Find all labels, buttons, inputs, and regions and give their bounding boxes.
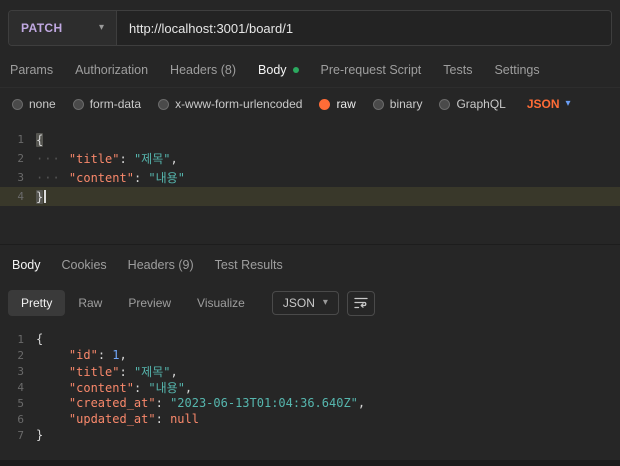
code-line: 4} — [0, 187, 620, 206]
line-number: 2 — [17, 152, 24, 165]
code-line: 2 ··· "title": "제목", — [0, 149, 620, 168]
radio-label: GraphQL — [456, 97, 506, 111]
request-tabs: Params Authorization Headers (8) Body Pr… — [0, 52, 620, 88]
code-line: 2 "id": 1, — [0, 347, 620, 363]
response-tab-headers[interactable]: Headers (9) — [128, 258, 194, 272]
line-number: 7 — [17, 428, 24, 442]
code-text: { — [36, 332, 44, 346]
response-tabs: Body Cookies Headers (9) Test Results — [0, 245, 620, 285]
response-body-viewer[interactable]: 1{2 "id": 1, 3 "title": "제목", 4 "content":… — [0, 321, 620, 460]
raw-language-selector[interactable]: JSON ▾ — [527, 97, 571, 111]
code-line: 1{ — [0, 130, 620, 149]
radio-label: raw — [336, 97, 356, 111]
code-line: 5 "created_at": "2023-06-13T01:04:36.640… — [0, 395, 620, 411]
tab-params[interactable]: Params — [10, 63, 53, 77]
response-tab-cookies[interactable]: Cookies — [62, 258, 107, 272]
radio-label: x-www-form-urlencoded — [175, 97, 303, 111]
code-text: { — [36, 132, 44, 147]
code-text: } — [36, 189, 47, 204]
radio-icon — [158, 98, 170, 110]
radio-icon — [72, 98, 84, 110]
line-number: 1 — [17, 332, 24, 346]
code-text: "id": 1, — [68, 348, 127, 362]
view-tab-pretty[interactable]: Pretty — [8, 290, 66, 316]
code-text: "content": "내용", — [68, 380, 193, 395]
api-client-window: PATCH ▾ http://localhost:3001/board/1 Pa… — [0, 0, 620, 466]
radio-icon — [372, 98, 384, 110]
tab-settings[interactable]: Settings — [494, 63, 539, 77]
code-text: "created_at": "2023-06-13T01:04:36.640Z"… — [68, 396, 366, 410]
radio-label: form-data — [89, 97, 142, 111]
code-text: ··· "title": "제목", — [36, 152, 178, 166]
line-number: 4 — [17, 380, 24, 394]
window-bottom-edge — [0, 460, 620, 466]
view-tab-visualize[interactable]: Visualize — [184, 290, 258, 316]
chevron-down-icon: ▾ — [98, 22, 104, 33]
line-number: 3 — [17, 171, 24, 184]
line-number: 4 — [17, 190, 24, 203]
code-line: 7} — [0, 427, 620, 443]
code-line: 3 "title": "제목", — [0, 363, 620, 379]
radio-selected-icon — [319, 98, 331, 110]
body-type-graphql[interactable]: GraphQL — [439, 97, 506, 111]
chevron-down-icon: ▾ — [322, 297, 328, 308]
raw-language-label: JSON — [526, 97, 560, 111]
body-type-form-data[interactable]: form-data — [72, 97, 142, 111]
body-type-row: none form-data x-www-form-urlencoded raw… — [0, 88, 620, 120]
wrap-text-icon — [354, 297, 368, 309]
url-text: http://localhost:3001/board/1 — [129, 20, 294, 36]
body-has-content-dot — [292, 66, 299, 73]
line-number: 1 — [17, 133, 24, 146]
response-language-selector[interactable]: JSON ▾ — [271, 291, 339, 315]
radio-label: none — [29, 97, 56, 111]
line-number: 2 — [17, 348, 24, 362]
radio-label: binary — [389, 97, 423, 111]
chevron-down-icon: ▾ — [565, 98, 571, 109]
body-type-binary[interactable]: binary — [372, 97, 423, 111]
radio-icon — [12, 98, 23, 110]
method-selector[interactable]: PATCH ▾ — [9, 11, 117, 45]
line-number: 5 — [17, 396, 24, 410]
code-line: 1{ — [0, 331, 620, 347]
tab-pre-request-script[interactable]: Pre-request Script — [321, 63, 422, 77]
code-text: "title": "제목", — [68, 364, 178, 379]
view-tab-raw[interactable]: Raw — [65, 290, 115, 316]
tab-body-label: Body — [258, 62, 287, 77]
tab-body[interactable]: Body — [258, 63, 299, 77]
tab-authorization[interactable]: Authorization — [75, 63, 148, 77]
response-tab-body[interactable]: Body — [12, 258, 41, 272]
body-type-raw[interactable]: raw — [319, 97, 356, 111]
request-body-editor[interactable]: 1{2 ··· "title": "제목", 3 ··· "content": "내용… — [0, 120, 620, 244]
code-text: } — [36, 428, 44, 442]
method-label: PATCH — [21, 21, 63, 35]
radio-icon — [439, 98, 451, 110]
wrap-text-button[interactable] — [346, 290, 375, 316]
view-tab-preview[interactable]: Preview — [115, 290, 184, 316]
tab-tests[interactable]: Tests — [443, 63, 472, 77]
response-tab-test-results[interactable]: Test Results — [215, 258, 283, 272]
line-number: 3 — [17, 364, 24, 378]
request-url-bar: PATCH ▾ http://localhost:3001/board/1 — [8, 10, 612, 46]
code-line: 6 "updated_at": null — [0, 411, 620, 427]
url-input[interactable]: http://localhost:3001/board/1 — [117, 11, 611, 45]
code-text: "updated_at": null — [68, 412, 199, 426]
line-number: 6 — [17, 412, 24, 426]
response-language-label: JSON — [282, 296, 315, 310]
code-line: 3 ··· "content": "내용" — [0, 168, 620, 187]
text-cursor — [44, 189, 47, 203]
code-line: 4 "content": "내용", — [0, 379, 620, 395]
code-text: ··· "content": "내용" — [36, 171, 185, 185]
response-view-bar: Pretty Raw Preview Visualize JSON ▾ — [0, 285, 620, 321]
body-type-x-www-form-urlencoded[interactable]: x-www-form-urlencoded — [158, 97, 302, 111]
tab-headers[interactable]: Headers (8) — [170, 63, 236, 77]
body-type-none[interactable]: none — [12, 97, 56, 111]
